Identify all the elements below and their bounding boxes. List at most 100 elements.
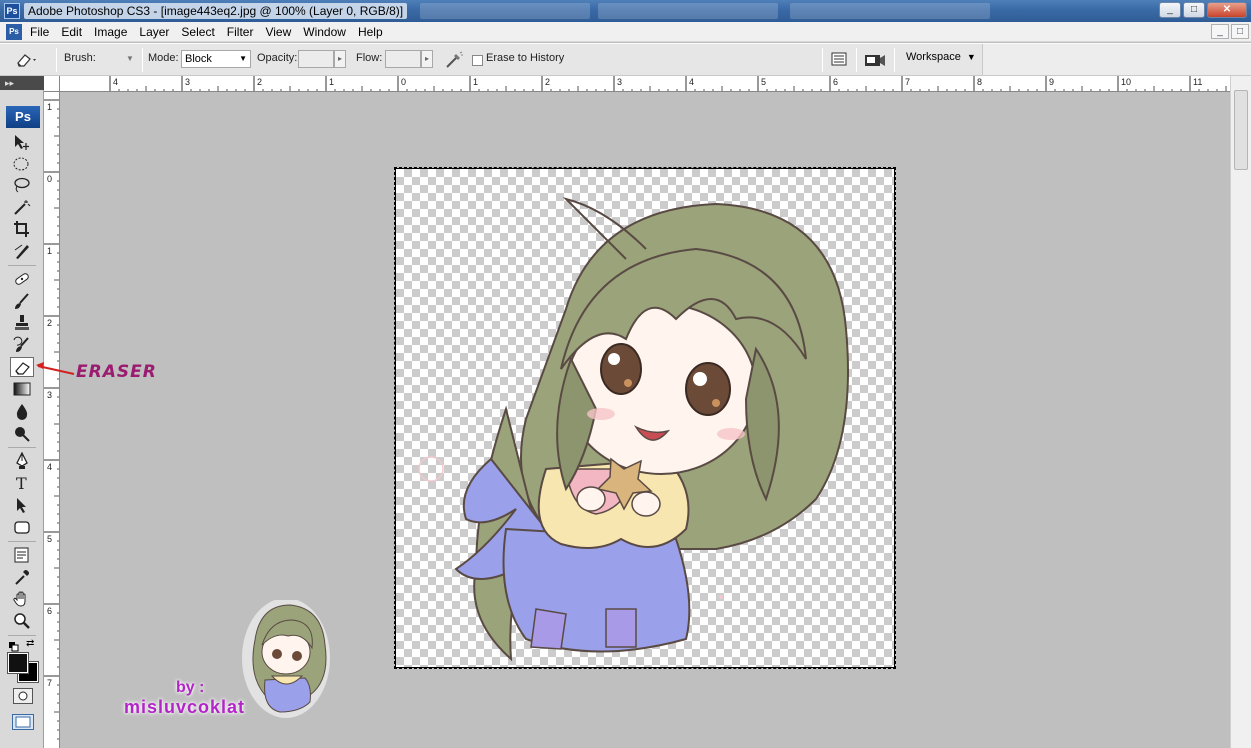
crop-tool[interactable] — [10, 219, 34, 239]
pen-tool[interactable] — [10, 451, 34, 471]
magic-wand-tool[interactable] — [10, 197, 34, 217]
erase-to-history-label: Erase to History — [486, 52, 565, 64]
airbrush-icon[interactable] — [444, 50, 464, 70]
options-bar: Brush: ▼ Mode: Block ▼ Opacity: ▸ Flow: … — [0, 43, 1251, 76]
eyedropper-tool[interactable] — [10, 567, 34, 587]
vertical-scrollbar[interactable] — [1230, 76, 1251, 748]
shape-tool[interactable] — [10, 517, 34, 537]
annotation-arrow — [36, 362, 75, 375]
ruler-tick-label: 2 — [257, 77, 262, 87]
mode-label: Mode: — [148, 52, 179, 64]
screen-mode-button[interactable] — [12, 714, 34, 730]
menu-file[interactable]: File — [24, 22, 55, 42]
healing-brush-tool[interactable] — [10, 269, 34, 289]
credit-author-name: misluvcoklat — [124, 697, 246, 717]
close-button[interactable]: ✕ — [1207, 2, 1247, 18]
ruler-ticks-v: 1 0 1 2 3 4 5 6 7 — [44, 99, 59, 740]
photoshop-logo[interactable]: Ps — [6, 106, 40, 128]
chevron-down-icon: ▼ — [966, 52, 976, 62]
notes-tool[interactable] — [10, 545, 34, 565]
background-taskbar-tab — [420, 3, 590, 19]
lasso-tool[interactable] — [10, 175, 34, 195]
credit-by-text: by : — [176, 679, 205, 696]
document-restore-button[interactable]: □ — [1231, 24, 1249, 39]
svg-text:T: T — [16, 474, 27, 492]
window-title: Adobe Photoshop CS3 - [image443eq2.jpg @… — [24, 3, 408, 19]
ruler-tick-label: 0 — [47, 174, 52, 184]
menu-select[interactable]: Select — [175, 22, 220, 42]
history-brush-tool[interactable] — [10, 335, 34, 355]
swap-colors-icon[interactable]: ⇄ — [26, 638, 38, 650]
ruler-tick-label: 6 — [47, 606, 52, 616]
horizontal-ruler[interactable]: 4 3 2 1 0 1 2 3 4 5 6 7 8 9 10 11 — [60, 76, 1230, 92]
erase-to-history-checkbox[interactable] — [472, 55, 483, 66]
options-separator — [856, 48, 857, 72]
workspace-label: Workspace — [906, 51, 961, 63]
marquee-tool[interactable] — [10, 154, 34, 174]
document-canvas[interactable] — [394, 167, 896, 669]
document-minimize-button[interactable]: _ — [1211, 24, 1229, 39]
minimize-button[interactable]: _ — [1159, 2, 1181, 18]
ruler-tick-label: 8 — [977, 77, 982, 87]
mode-value: Block — [185, 53, 212, 65]
bridge-icon[interactable] — [863, 50, 885, 70]
ruler-tick-label: 4 — [689, 77, 694, 87]
opacity-slider-arrow[interactable]: ▸ — [334, 50, 346, 68]
hand-tool[interactable] — [10, 589, 34, 609]
background-taskbar-tab — [790, 3, 990, 19]
flow-slider-arrow[interactable]: ▸ — [421, 50, 433, 68]
menu-image[interactable]: Image — [88, 22, 133, 42]
brush-label: Brush: — [64, 52, 96, 64]
vertical-ruler[interactable]: 1 0 1 2 3 4 5 6 7 — [44, 92, 60, 748]
brush-tool[interactable] — [10, 291, 34, 311]
menu-edit[interactable]: Edit — [55, 22, 88, 42]
ruler-tick-label: 1 — [473, 77, 478, 87]
ruler-tick-label: 11 — [1193, 77, 1202, 87]
tool-presets-icon[interactable] — [830, 50, 850, 70]
ruler-tick-label: 1 — [329, 77, 334, 87]
type-tool[interactable]: T — [10, 473, 34, 493]
ruler-tick-label: 1 — [47, 246, 52, 256]
workspace-button[interactable]: Workspace ▼ — [906, 51, 976, 63]
move-tool[interactable] — [10, 132, 34, 152]
menu-help[interactable]: Help — [352, 22, 389, 42]
menu-filter[interactable]: Filter — [221, 22, 260, 42]
eraser-tool[interactable] — [10, 357, 34, 377]
default-colors-icon[interactable] — [9, 639, 19, 652]
window-controls: _ □ ✕ — [1159, 2, 1247, 18]
quick-mask-button[interactable] — [13, 688, 33, 704]
menu-view[interactable]: View — [259, 22, 297, 42]
mode-select[interactable]: Block ▼ — [181, 50, 251, 68]
ruler-tick-label: 5 — [761, 77, 766, 87]
eraser-preset-icon[interactable] — [14, 50, 36, 70]
flow-input[interactable] — [385, 50, 421, 68]
chevron-down-icon: ▼ — [239, 54, 247, 63]
gradient-tool[interactable] — [10, 379, 34, 399]
ruler-tick-label: 4 — [113, 77, 118, 87]
menu-bar: Ps File Edit Image Layer Select Filter V… — [0, 22, 1251, 42]
foreground-color-swatch[interactable] — [7, 652, 29, 674]
ruler-origin[interactable] — [44, 76, 60, 92]
tool-separator — [8, 541, 36, 542]
double-arrow-icon: ▸▸ — [5, 78, 15, 88]
blur-tool[interactable] — [10, 401, 34, 421]
dodge-tool[interactable] — [10, 423, 34, 443]
tools-panel-header[interactable]: ▸▸ — [0, 76, 44, 90]
scrollbar-thumb[interactable] — [1234, 90, 1248, 170]
ruler-tick-label: 3 — [47, 390, 52, 400]
brush-picker-arrow[interactable]: ▼ — [126, 54, 134, 63]
menu-window[interactable]: Window — [297, 22, 352, 42]
slice-tool[interactable] — [10, 241, 34, 261]
zoom-tool[interactable] — [10, 611, 34, 631]
photoshop-app-icon[interactable]: Ps — [4, 3, 20, 19]
ruler-tick-label: 3 — [185, 77, 190, 87]
maximize-button[interactable]: □ — [1183, 2, 1205, 18]
ruler-tick-label: 1 — [47, 102, 52, 112]
path-selection-tool[interactable] — [10, 495, 34, 515]
opacity-input[interactable] — [298, 50, 334, 68]
menu-layer[interactable]: Layer — [133, 22, 175, 42]
clone-stamp-tool[interactable] — [10, 313, 34, 333]
ruler-tick-label: 3 — [617, 77, 622, 87]
palette-well — [982, 44, 1251, 75]
document-icon[interactable]: Ps — [6, 24, 22, 40]
